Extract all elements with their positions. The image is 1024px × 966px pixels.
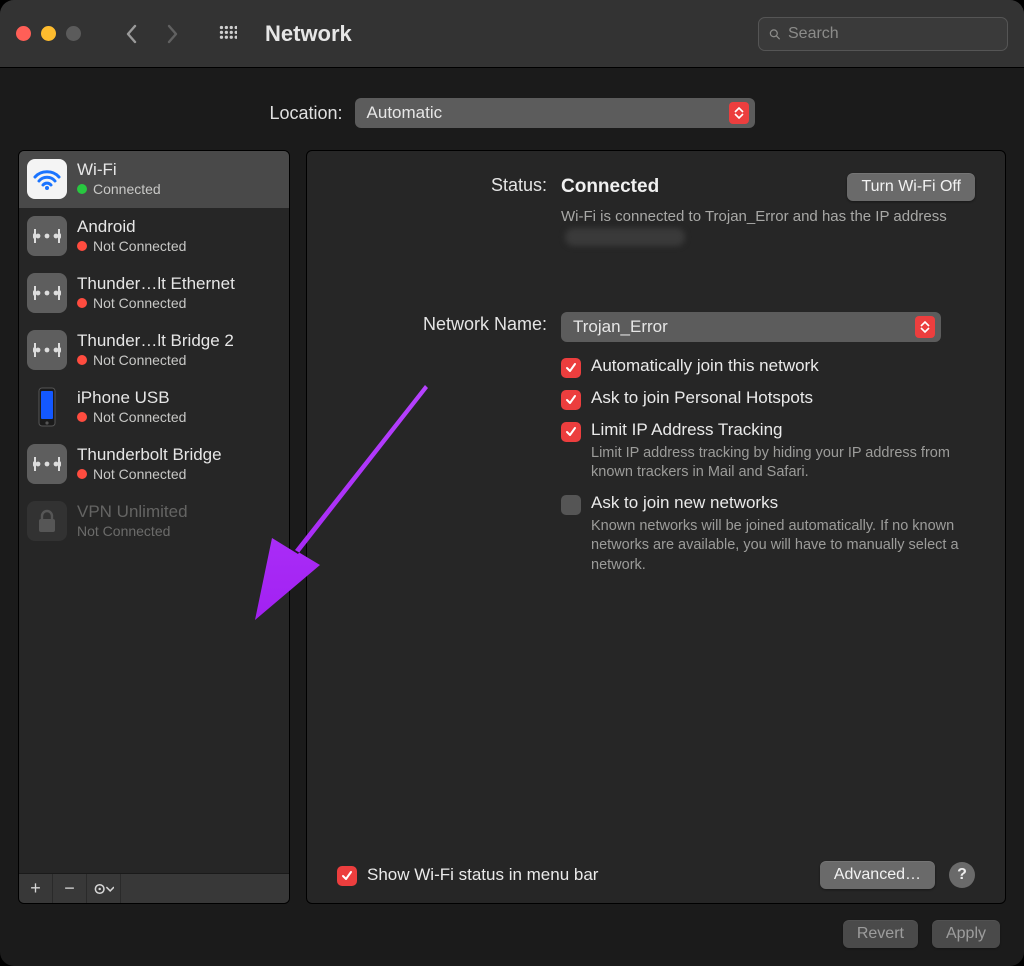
zoom-window-button[interactable] <box>66 26 81 41</box>
checkbox-checked-icon <box>561 390 581 410</box>
service-name: VPN Unlimited <box>77 502 188 522</box>
location-row: Location: Automatic <box>18 98 1006 128</box>
show-all-preferences-button[interactable] <box>213 19 243 49</box>
wifi-toggle-button[interactable]: Turn Wi-Fi Off <box>847 173 975 201</box>
status-label: Status: <box>337 173 547 196</box>
checkbox-checked-icon <box>337 866 357 886</box>
search-input[interactable] <box>786 24 997 44</box>
service-status: Not Connected <box>77 238 186 255</box>
help-button[interactable]: ? <box>949 862 975 888</box>
close-window-button[interactable] <box>16 26 31 41</box>
service-row-tb-bridge-2[interactable]: Thunder…lt Bridge 2 Not Connected <box>19 322 289 379</box>
location-select[interactable]: Automatic <box>355 98 755 128</box>
window-controls <box>16 26 81 41</box>
service-row-wifi[interactable]: Wi-Fi Connected <box>19 151 289 208</box>
checkbox-checked-icon <box>561 358 581 378</box>
network-preferences-window: Network Location: Automatic <box>0 0 1024 966</box>
service-name: Android <box>77 217 186 237</box>
wifi-icon <box>27 159 67 199</box>
ethernet-icon <box>27 216 67 256</box>
detail-panel: Status: Connected Turn Wi-Fi Off Wi-Fi i… <box>306 150 1006 904</box>
opt-description: Known networks will be joined automatica… <box>591 517 975 576</box>
status-dot-icon <box>77 412 87 422</box>
sidebar-footer: + − <box>19 873 289 903</box>
service-row-vpn[interactable]: VPN Unlimited Not Connected <box>19 493 289 550</box>
service-name: Thunder…lt Ethernet <box>77 274 235 294</box>
add-service-button[interactable]: + <box>19 874 53 903</box>
services-sidebar: Wi-Fi Connected Android Not Connected <box>18 150 290 904</box>
service-name: Thunderbolt Bridge <box>77 445 222 465</box>
wifi-options: Automatically join this network Ask to j… <box>561 356 975 576</box>
status-cell: Connected Turn Wi-Fi Off Wi-Fi is connec… <box>561 173 975 248</box>
ethernet-icon <box>27 273 67 313</box>
service-status: Not Connected <box>77 409 186 426</box>
service-list: Wi-Fi Connected Android Not Connected <box>19 151 289 873</box>
network-name-label: Network Name: <box>337 312 547 335</box>
ip-address-redacted <box>565 228 685 246</box>
status-description: Wi-Fi is connected to Trojan_Error and h… <box>561 207 975 248</box>
service-status: Connected <box>77 181 161 198</box>
opt-auto-join[interactable]: Automatically join this network <box>561 356 975 378</box>
nav-history <box>115 17 189 51</box>
service-name: Wi-Fi <box>77 160 161 180</box>
opt-label: Show Wi-Fi status in menu bar <box>367 865 598 885</box>
bottom-actions: Revert Apply <box>18 904 1006 948</box>
location-select-value: Automatic <box>367 103 443 123</box>
status-dot-icon <box>77 355 87 365</box>
service-status: Not Connected <box>77 466 222 483</box>
service-actions-menu-button[interactable] <box>87 874 121 903</box>
checkbox-unchecked-icon <box>561 495 581 515</box>
service-status: Not Connected <box>77 352 234 369</box>
toolbar: Network <box>0 0 1024 68</box>
checkbox-checked-icon <box>561 422 581 442</box>
service-name: Thunder…lt Bridge 2 <box>77 331 234 351</box>
network-name-select[interactable]: Trojan_Error <box>561 312 941 342</box>
content-area: Location: Automatic <box>0 68 1024 966</box>
opt-label: Ask to join new networks <box>591 493 975 513</box>
status-dot-icon <box>77 241 87 251</box>
detail-footer: Show Wi-Fi status in menu bar Advanced… … <box>337 845 975 889</box>
service-status: Not Connected <box>77 295 235 312</box>
opt-ask-hotspots[interactable]: Ask to join Personal Hotspots <box>561 388 975 410</box>
forward-button[interactable] <box>155 17 189 51</box>
iphone-icon <box>27 387 67 427</box>
status-dot-icon <box>77 298 87 308</box>
search-field[interactable] <box>758 17 1008 51</box>
network-name-cell: Trojan_Error Automatical <box>561 312 975 576</box>
service-row-android[interactable]: Android Not Connected <box>19 208 289 265</box>
status-dot-icon <box>77 469 87 479</box>
advanced-button[interactable]: Advanced… <box>820 861 935 889</box>
service-row-iphone-usb[interactable]: iPhone USB Not Connected <box>19 379 289 436</box>
minimize-window-button[interactable] <box>41 26 56 41</box>
back-button[interactable] <box>115 17 149 51</box>
apply-button[interactable]: Apply <box>932 920 1000 948</box>
opt-ask-new-networks[interactable]: Ask to join new networks Known networks … <box>561 493 975 576</box>
status-dot-icon <box>77 184 87 194</box>
status-value: Connected <box>561 176 659 198</box>
revert-button[interactable]: Revert <box>843 920 918 948</box>
detail-form: Status: Connected Turn Wi-Fi Off Wi-Fi i… <box>337 173 975 575</box>
network-name-value: Trojan_Error <box>573 317 668 337</box>
service-row-tb-ethernet[interactable]: Thunder…lt Ethernet Not Connected <box>19 265 289 322</box>
location-label: Location: <box>269 103 342 124</box>
opt-description: Limit IP address tracking by hiding your… <box>591 444 975 483</box>
opt-label: Limit IP Address Tracking <box>591 420 975 440</box>
lock-icon <box>27 501 67 541</box>
select-stepper-icon <box>729 102 749 124</box>
opt-label: Automatically join this network <box>591 356 819 376</box>
opt-show-menubar[interactable]: Show Wi-Fi status in menu bar <box>337 864 598 886</box>
opt-label: Ask to join Personal Hotspots <box>591 388 813 408</box>
remove-service-button[interactable]: − <box>53 874 87 903</box>
search-icon <box>769 26 780 42</box>
service-name: iPhone USB <box>77 388 186 408</box>
panels-row: Wi-Fi Connected Android Not Connected <box>18 150 1006 904</box>
service-row-tb-bridge[interactable]: Thunderbolt Bridge Not Connected <box>19 436 289 493</box>
service-status: Not Connected <box>77 523 188 540</box>
opt-limit-ip-tracking[interactable]: Limit IP Address Tracking Limit IP addre… <box>561 420 975 483</box>
ethernet-icon <box>27 444 67 484</box>
ethernet-icon <box>27 330 67 370</box>
select-stepper-icon <box>915 316 935 338</box>
window-title: Network <box>265 21 352 47</box>
